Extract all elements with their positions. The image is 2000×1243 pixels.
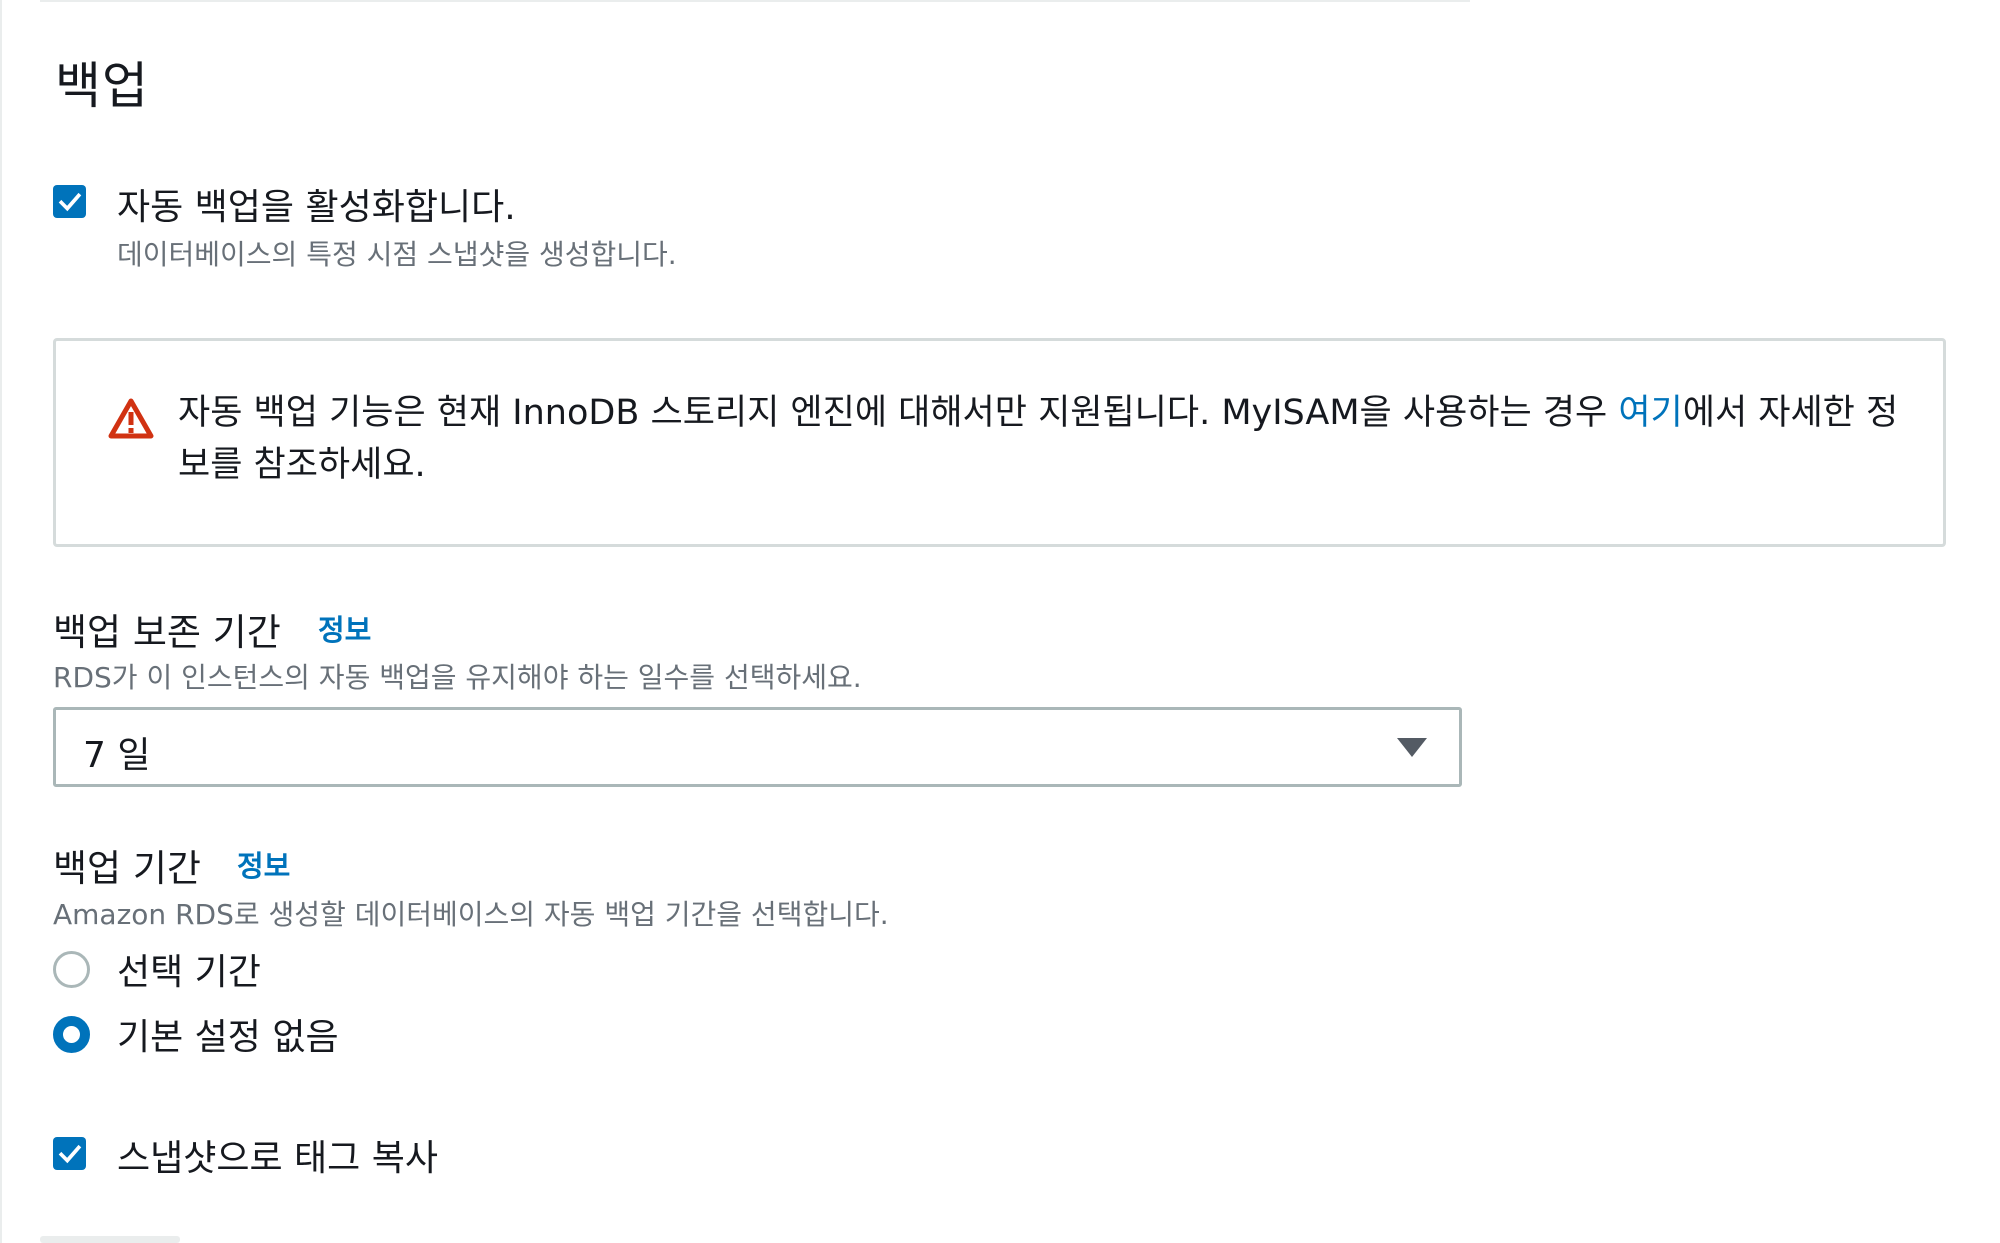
alert-message: 자동 백업 기능은 현재 InnoDB 스토리지 엔진에 대해서만 지원됩니다.… bbox=[178, 387, 1918, 491]
section-title: 백업 bbox=[55, 57, 149, 115]
checkmark-icon bbox=[58, 192, 81, 211]
panel-left-border bbox=[0, 0, 2, 1243]
backup-window-label: 백업 기간 bbox=[53, 847, 201, 890]
alert-help-link[interactable]: 여기 bbox=[1618, 393, 1682, 433]
warning-triangle-icon bbox=[108, 398, 154, 439]
retention-period-select[interactable]: 7 일 bbox=[53, 707, 1462, 787]
auto-backup-description: 데이터베이스의 특정 시점 스냅샷을 생성합니다. bbox=[117, 238, 677, 271]
radio-no-preference[interactable] bbox=[53, 1016, 90, 1053]
radio-select-window[interactable] bbox=[53, 951, 90, 988]
retention-selected-value: 7 일 bbox=[83, 735, 151, 776]
checkmark-icon bbox=[58, 1144, 81, 1163]
backup-window-description: Amazon RDS로 생성할 데이터베이스의 자동 백업 기간을 선택합니다. bbox=[53, 898, 889, 931]
retention-info-link[interactable]: 정보 bbox=[318, 607, 371, 649]
backup-settings-panel: 백업 자동 백업을 활성화합니다. 데이터베이스의 특정 시점 스냅샷을 생성합… bbox=[0, 0, 2000, 1243]
radio-select-window-label[interactable]: 선택 기간 bbox=[117, 943, 261, 995]
backup-window-info-link[interactable]: 정보 bbox=[237, 843, 290, 885]
retention-description: RDS가 이 인스턴스의 자동 백업을 유지해야 하는 일수를 선택하세요. bbox=[53, 661, 862, 694]
auto-backup-label[interactable]: 자동 백업을 활성화합니다. bbox=[117, 178, 516, 230]
next-section-edge bbox=[40, 1236, 180, 1243]
copy-tags-label[interactable]: 스냅샷으로 태그 복사 bbox=[117, 1129, 438, 1181]
copy-tags-checkbox[interactable] bbox=[53, 1137, 86, 1170]
alert-text-before-link: 자동 백업 기능은 현재 InnoDB 스토리지 엔진에 대해서만 지원됩니다.… bbox=[178, 393, 1619, 433]
retention-label: 백업 보존 기간 bbox=[53, 611, 281, 654]
radio-no-preference-label[interactable]: 기본 설정 없음 bbox=[117, 1008, 339, 1060]
auto-backup-checkbox[interactable] bbox=[53, 185, 86, 218]
caret-down-icon bbox=[1397, 738, 1427, 757]
innodb-warning-alert: 자동 백업 기능은 현재 InnoDB 스토리지 엔진에 대해서만 지원됩니다.… bbox=[53, 338, 1946, 547]
panel-top-divider bbox=[40, 0, 1470, 2]
